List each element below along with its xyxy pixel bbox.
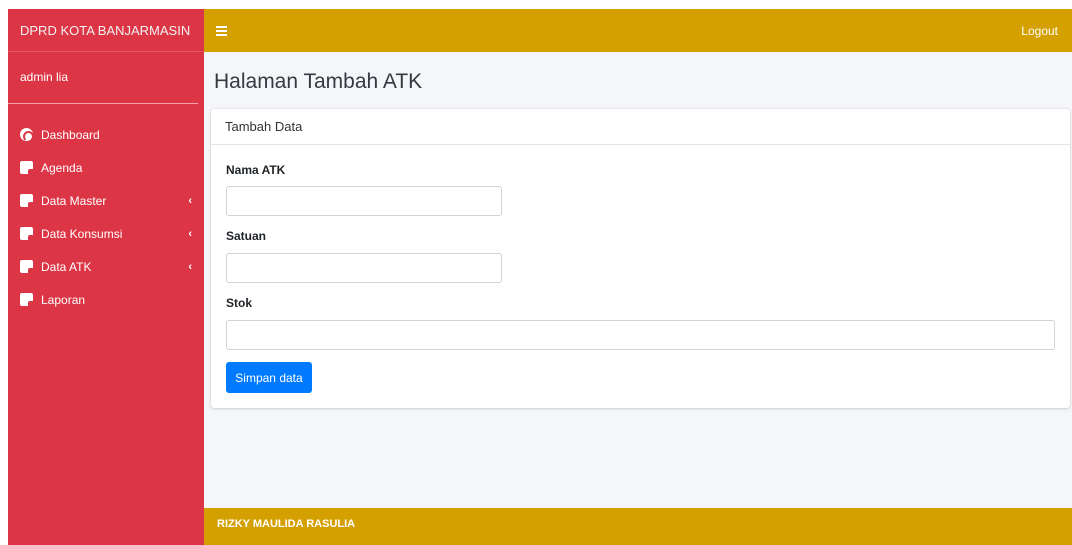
logout-link[interactable]: Logout [1021,24,1058,38]
sidebar: DPRD KOTA BANJARMASIN admin lia Dashboar… [8,9,204,545]
sidebar-item-label: Data Master [41,193,107,208]
sidebar-item-label: Data ATK [41,259,92,274]
form-card: Tambah Data Nama ATK Satuan Stok Simpan … [211,109,1070,408]
sidebar-nav: Dashboard Agenda Data Master ‹ Data Kons… [8,118,204,316]
satuan-label: Satuan [226,229,267,243]
chevron-left-icon: ‹ [188,227,192,240]
note-icon [20,227,33,240]
chevron-left-icon: ‹ [188,194,192,207]
note-icon [20,260,33,273]
brand-link[interactable]: DPRD KOTA BANJARMASIN [8,9,204,52]
sidebar-item-label: Laporan [41,292,86,307]
user-name[interactable]: admin lia [8,52,198,104]
nama-atk-label: Nama ATK [226,163,286,177]
note-icon [20,194,33,207]
footer: RIZKY MAULIDA RASULIA [204,508,1072,545]
page-title: Halaman Tambah ATK [214,70,423,93]
card-title: Tambah Data [211,109,1070,145]
sidebar-item-label: Data Konsumsi [41,226,123,241]
sidebar-item-label: Dashboard [41,127,100,142]
main-content: Halaman Tambah ATK Tambah Data Nama ATK … [204,52,1072,508]
stok-input[interactable] [226,320,1055,350]
hamburger-icon[interactable] [216,26,227,36]
dashboard-icon [20,128,34,142]
sidebar-item-data-atk[interactable]: Data ATK ‹ [8,250,204,283]
sidebar-item-agenda[interactable]: Agenda [8,151,204,184]
top-navbar: Logout [204,9,1072,52]
sidebar-item-data-konsumsi[interactable]: Data Konsumsi ‹ [8,217,204,250]
simpan-data-button[interactable]: Simpan data [226,362,312,393]
sidebar-item-dashboard[interactable]: Dashboard [8,118,204,151]
chevron-left-icon: ‹ [188,260,192,273]
sidebar-item-data-master[interactable]: Data Master ‹ [8,184,204,217]
note-icon [20,161,33,174]
sidebar-item-laporan[interactable]: Laporan [8,283,204,316]
stok-label: Stok [226,296,253,310]
sidebar-item-label: Agenda [41,160,83,175]
satuan-input[interactable] [226,253,502,283]
nama-atk-input[interactable] [226,186,502,216]
note-icon [20,293,33,306]
